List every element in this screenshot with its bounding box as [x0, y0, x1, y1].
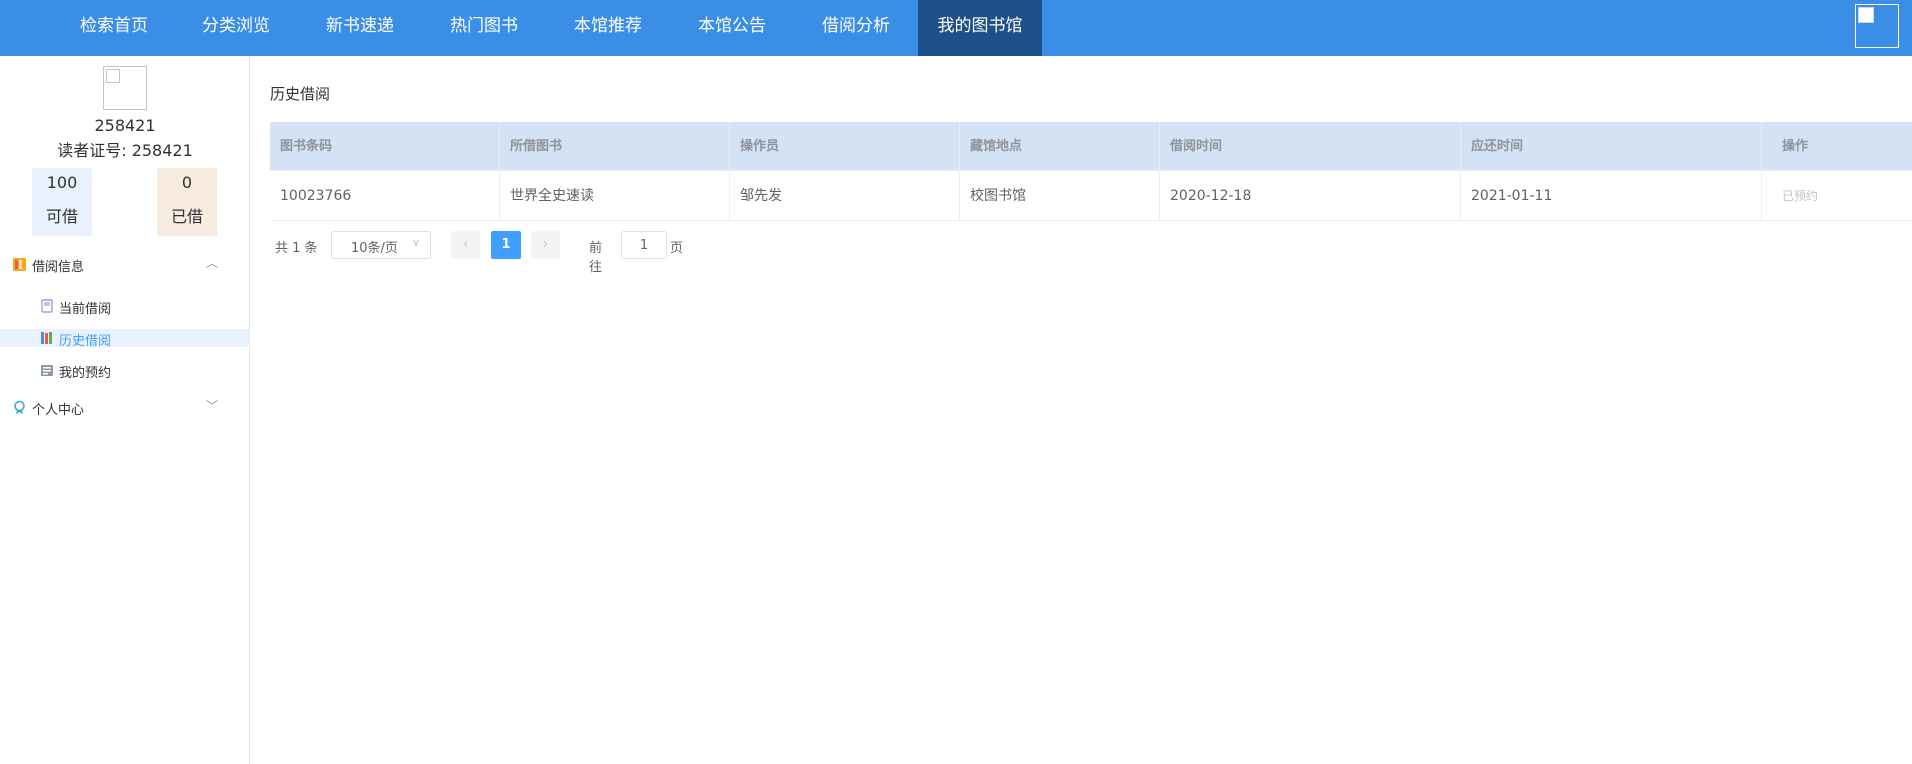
- cell-location: 校图书馆: [960, 171, 1160, 220]
- page-suffix: 页: [670, 241, 684, 256]
- column-header-location[interactable]: 藏馆地点: [960, 122, 1160, 170]
- column-header-action: 操作: [1782, 139, 1809, 154]
- menu-group-label: 借阅信息: [32, 260, 85, 275]
- nav-item-category-browse[interactable]: 分类浏览: [174, 0, 298, 56]
- reader-card-number: 读者证号: 258421: [57, 141, 193, 160]
- sidebar-item-current-borrow[interactable]: 当前借阅: [0, 297, 250, 317]
- pagination-total: 共 1 条: [275, 241, 318, 256]
- profile-name: 258421: [94, 116, 156, 135]
- page-size-value: 10条/页: [351, 241, 398, 256]
- nav-item-recommendations[interactable]: 本馆推荐: [546, 0, 670, 56]
- cell-operator: 邹先发: [730, 171, 960, 220]
- page-number-1[interactable]: 1: [491, 231, 521, 259]
- available-stat: 100 可借: [32, 168, 92, 236]
- sidebar-item-label: 我的预约: [59, 366, 112, 381]
- goto-label: 前往: [589, 241, 603, 275]
- top-navbar: 检索首页 分类浏览 新书速递 热门图书 本馆推荐 本馆公告 借阅分析 我的图书馆: [0, 0, 1912, 56]
- page-size-select[interactable]: 10条/页 ∨: [331, 231, 431, 259]
- medal-icon: [14, 400, 25, 414]
- chevron-down-icon: ﹀: [206, 399, 219, 413]
- table-header: 图书条码 所借图书 操作员 藏馆地点 借阅时间 应还时间 操作: [270, 122, 1912, 171]
- sidebar-item-history-borrow[interactable]: 历史借阅: [0, 329, 250, 349]
- library-icon: [41, 332, 52, 344]
- user-avatar[interactable]: [1855, 4, 1899, 48]
- column-header-barcode[interactable]: 图书条码: [270, 122, 500, 170]
- available-label: 可借: [45, 207, 78, 226]
- cell-borrow-date: 2020-12-18: [1160, 171, 1461, 220]
- nav-item-announcements[interactable]: 本馆公告: [670, 0, 794, 56]
- books-icon: [13, 258, 26, 271]
- chevron-down-icon: ∨: [412, 236, 421, 249]
- sidebar-item-my-reservations[interactable]: 我的预约: [0, 361, 250, 381]
- nav-item-search-home[interactable]: 检索首页: [52, 0, 176, 56]
- page-title: 历史借阅: [270, 85, 331, 103]
- table-row: 10023766 世界全史速读 邹先发 校图书馆 2020-12-18 2021…: [270, 171, 1912, 221]
- cell-book: 世界全史速读: [500, 171, 730, 220]
- borrowed-count: 0: [181, 173, 193, 192]
- sidebar: 258421 读者证号: 258421 100 可借 0 已借 借阅信息 ︿ 当…: [0, 56, 250, 764]
- sidebar-item-label: 历史借阅: [59, 334, 112, 349]
- nav-item-new-books[interactable]: 新书速递: [298, 0, 422, 56]
- reserved-status-button: 已预约: [1782, 189, 1819, 203]
- column-header-due-date[interactable]: 应还时间: [1461, 122, 1762, 170]
- reserve-icon: [41, 365, 53, 376]
- column-header-operator[interactable]: 操作员: [730, 122, 960, 170]
- nav-item-my-library[interactable]: 我的图书馆: [918, 0, 1042, 56]
- borrowed-label: 已借: [170, 207, 203, 226]
- goto-page-input[interactable]: [621, 231, 667, 259]
- available-count: 100: [46, 173, 78, 192]
- menu-group-label: 个人中心: [32, 403, 85, 418]
- book-icon: [41, 299, 53, 313]
- profile-avatar: [103, 66, 147, 110]
- menu-group-personal-center[interactable]: 个人中心 ﹀: [0, 392, 250, 422]
- cell-due-date: 2021-01-11: [1461, 171, 1762, 220]
- prev-page-button[interactable]: ‹: [451, 231, 480, 259]
- menu-group-borrow-info[interactable]: 借阅信息 ︿: [0, 249, 250, 279]
- column-header-book[interactable]: 所借图书: [500, 122, 730, 170]
- chevron-up-icon: ︿: [206, 256, 219, 270]
- next-page-button[interactable]: ›: [531, 231, 560, 259]
- nav-item-borrow-analysis[interactable]: 借阅分析: [794, 0, 918, 56]
- cell-barcode: 10023766: [270, 171, 500, 220]
- borrowed-stat: 0 已借: [157, 168, 217, 236]
- nav-item-popular-books[interactable]: 热门图书: [422, 0, 546, 56]
- sidebar-item-label: 当前借阅: [59, 302, 112, 317]
- column-header-borrow-date[interactable]: 借阅时间: [1160, 122, 1461, 170]
